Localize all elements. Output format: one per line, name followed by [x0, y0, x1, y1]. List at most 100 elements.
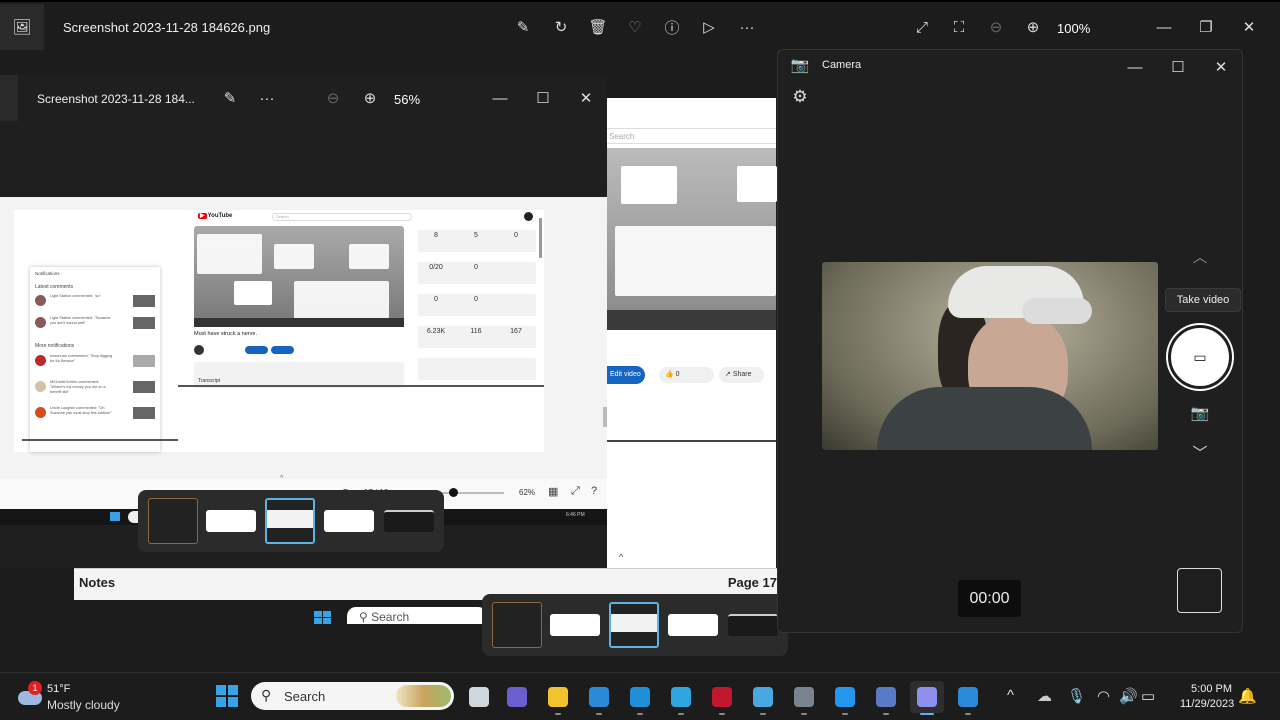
delete-icon[interactable]: 🗑	[587, 16, 609, 38]
taskbar-app-video-editor[interactable]	[869, 681, 903, 715]
weather-condition: Mostly cloudy	[47, 698, 120, 712]
collapse-chevron-icon[interactable]: ^	[280, 475, 283, 482]
slideshow-icon[interactable]: ▷	[698, 16, 720, 38]
window-thumbnail-selected[interactable]	[265, 498, 315, 544]
stats-card: 00	[418, 294, 536, 316]
taskbar-app-task-view[interactable]	[462, 681, 496, 713]
window-thumbnail[interactable]	[148, 498, 198, 544]
avatar	[35, 407, 46, 418]
zoom-out-icon[interactable]: ⊖	[985, 16, 1007, 38]
taskbar-app-teams-meet[interactable]	[500, 681, 534, 713]
weather-widget[interactable]: 1 51°F Mostly cloudy	[16, 681, 126, 715]
clock[interactable]: 5:00 PM 11/29/2023	[1180, 682, 1234, 712]
youtube-avatar	[524, 212, 533, 221]
taskbar-app-camera[interactable]	[910, 681, 944, 715]
notification-bell-icon[interactable]: 🔔	[1238, 687, 1257, 705]
window-thumbnail[interactable]	[492, 602, 542, 648]
background-slide-window: Search Edit video 👍 0 ↗ Share	[607, 98, 777, 568]
transcript-label: Transcript	[198, 378, 221, 384]
edit-image-icon[interactable]: ✎	[219, 87, 241, 109]
channel-avatar	[194, 345, 204, 355]
running-indicator	[760, 713, 766, 715]
more-icon[interactable]: ···	[736, 16, 758, 38]
taskbar-app-opera[interactable]	[705, 681, 739, 715]
maximize-button[interactable]: ☐	[1167, 56, 1189, 78]
wifi-icon[interactable]: ◠	[1097, 687, 1110, 705]
taskbar-app-get-help[interactable]	[664, 681, 698, 715]
settings-icon	[794, 687, 814, 707]
taskbar-app-microsoft-store[interactable]	[582, 681, 616, 715]
taskbar-app-settings[interactable]	[787, 681, 821, 715]
photo-mode-icon[interactable]: 📷	[1188, 402, 1212, 424]
grid-view-icon[interactable]: ▦	[548, 485, 558, 498]
rotate-icon[interactable]: ↻	[550, 16, 572, 38]
camera-preview	[822, 262, 1158, 450]
info-icon[interactable]: ⓘ	[661, 16, 683, 38]
taskbar-app-myhp[interactable]	[623, 681, 657, 715]
close-button[interactable]: ✕	[1238, 16, 1260, 38]
zoom-in-icon[interactable]: ⊕	[1022, 16, 1044, 38]
chevron-up-icon[interactable]: ^	[619, 552, 623, 562]
notification-item: mrsennas commented: "Stop digging for Mr…	[35, 353, 155, 373]
fullscreen-icon[interactable]: ⤢	[571, 485, 580, 498]
window-thumbnail[interactable]	[728, 614, 778, 636]
help-icon[interactable]: ?	[591, 485, 597, 497]
opera-icon	[712, 687, 732, 707]
latest-comments-label: Latest comments	[35, 284, 74, 290]
fit-icon[interactable]: ⛶	[948, 16, 970, 38]
running-indicator	[920, 713, 934, 715]
maximize-button[interactable]: ☐	[532, 87, 554, 109]
start-button[interactable]	[216, 685, 238, 707]
chevron-up-icon[interactable]: ︿	[1189, 247, 1211, 266]
settings-icon[interactable]: ⚙	[789, 86, 811, 108]
last-capture-thumbnail[interactable]	[1177, 568, 1222, 613]
window-thumbnail-selected[interactable]	[609, 602, 659, 648]
zoom-slider-knob[interactable]	[448, 488, 458, 497]
window-thumbnail[interactable]	[324, 510, 374, 532]
taskbar-app-file-explorer[interactable]	[541, 681, 575, 715]
taskbar-app-docker[interactable]	[828, 681, 862, 715]
taskbar-search[interactable]: ⚲ Search	[251, 682, 454, 710]
background-video-controls	[607, 310, 776, 330]
chevron-up-icon[interactable]: ^	[1007, 687, 1014, 704]
favorite-icon[interactable]: ♡	[624, 16, 646, 38]
slide-scrollbar[interactable]	[539, 218, 542, 258]
window-thumbnail[interactable]	[668, 614, 718, 636]
window-thumbnail[interactable]	[550, 614, 600, 636]
minimize-button[interactable]: —	[1124, 56, 1146, 78]
onedrive-warning-icon[interactable]: ☁	[1037, 687, 1052, 705]
chevron-down-icon[interactable]: ﹀	[1189, 443, 1211, 462]
youtube-video-preview	[194, 226, 404, 326]
expand-icon[interactable]: ⤢	[911, 16, 933, 38]
window-thumbnail[interactable]	[206, 510, 256, 532]
notes-page: Page 17	[727, 575, 777, 590]
video-camera-icon: ▭	[1193, 348, 1207, 365]
edit-image-icon[interactable]: ✎	[512, 16, 534, 38]
taskbar: 1 51°F Mostly cloudy ⚲ Search ^ ☁ 🎙 ◠ 🔊 …	[0, 672, 1280, 720]
window-thumbnail[interactable]	[384, 510, 434, 532]
taskbar-app-photos[interactable]	[951, 681, 985, 715]
zoom-out-icon[interactable]: ⊖	[322, 87, 344, 109]
restore-button[interactable]: ❐	[1195, 16, 1217, 38]
battery-icon[interactable]: ▭	[1141, 687, 1155, 705]
zoom-in-icon[interactable]: ⊕	[359, 87, 381, 109]
avatar	[35, 295, 46, 306]
minimize-button[interactable]: —	[489, 87, 511, 109]
inner-zoom-level: 56%	[394, 92, 421, 107]
volume-icon[interactable]: 🔊	[1119, 687, 1138, 705]
close-button[interactable]: ✕	[575, 87, 597, 109]
inner-file-title: Screenshot 2023-11-28 184...	[37, 92, 195, 106]
taskbar-app-notepad[interactable]	[746, 681, 780, 715]
microphone-icon[interactable]: 🎙	[1067, 687, 1086, 705]
take-video-button[interactable]: ▭	[1168, 325, 1232, 389]
slide-page: ▶ YouTube Search Must have struck a nerve…	[14, 210, 544, 452]
windows-logo-icon	[110, 512, 120, 521]
analytics-button	[245, 346, 268, 354]
minimize-button[interactable]: —	[1153, 16, 1175, 38]
doc-scrollbar[interactable]	[603, 407, 607, 427]
edit-video-button	[271, 346, 294, 354]
photos-title-bar: 🖼 Screenshot 2023-11-28 184626.png ✎ ↻ 🗑…	[0, 0, 1280, 50]
notes-label: Notes	[79, 575, 116, 590]
more-icon[interactable]: ···	[256, 87, 278, 109]
close-button[interactable]: ✕	[1210, 56, 1232, 78]
